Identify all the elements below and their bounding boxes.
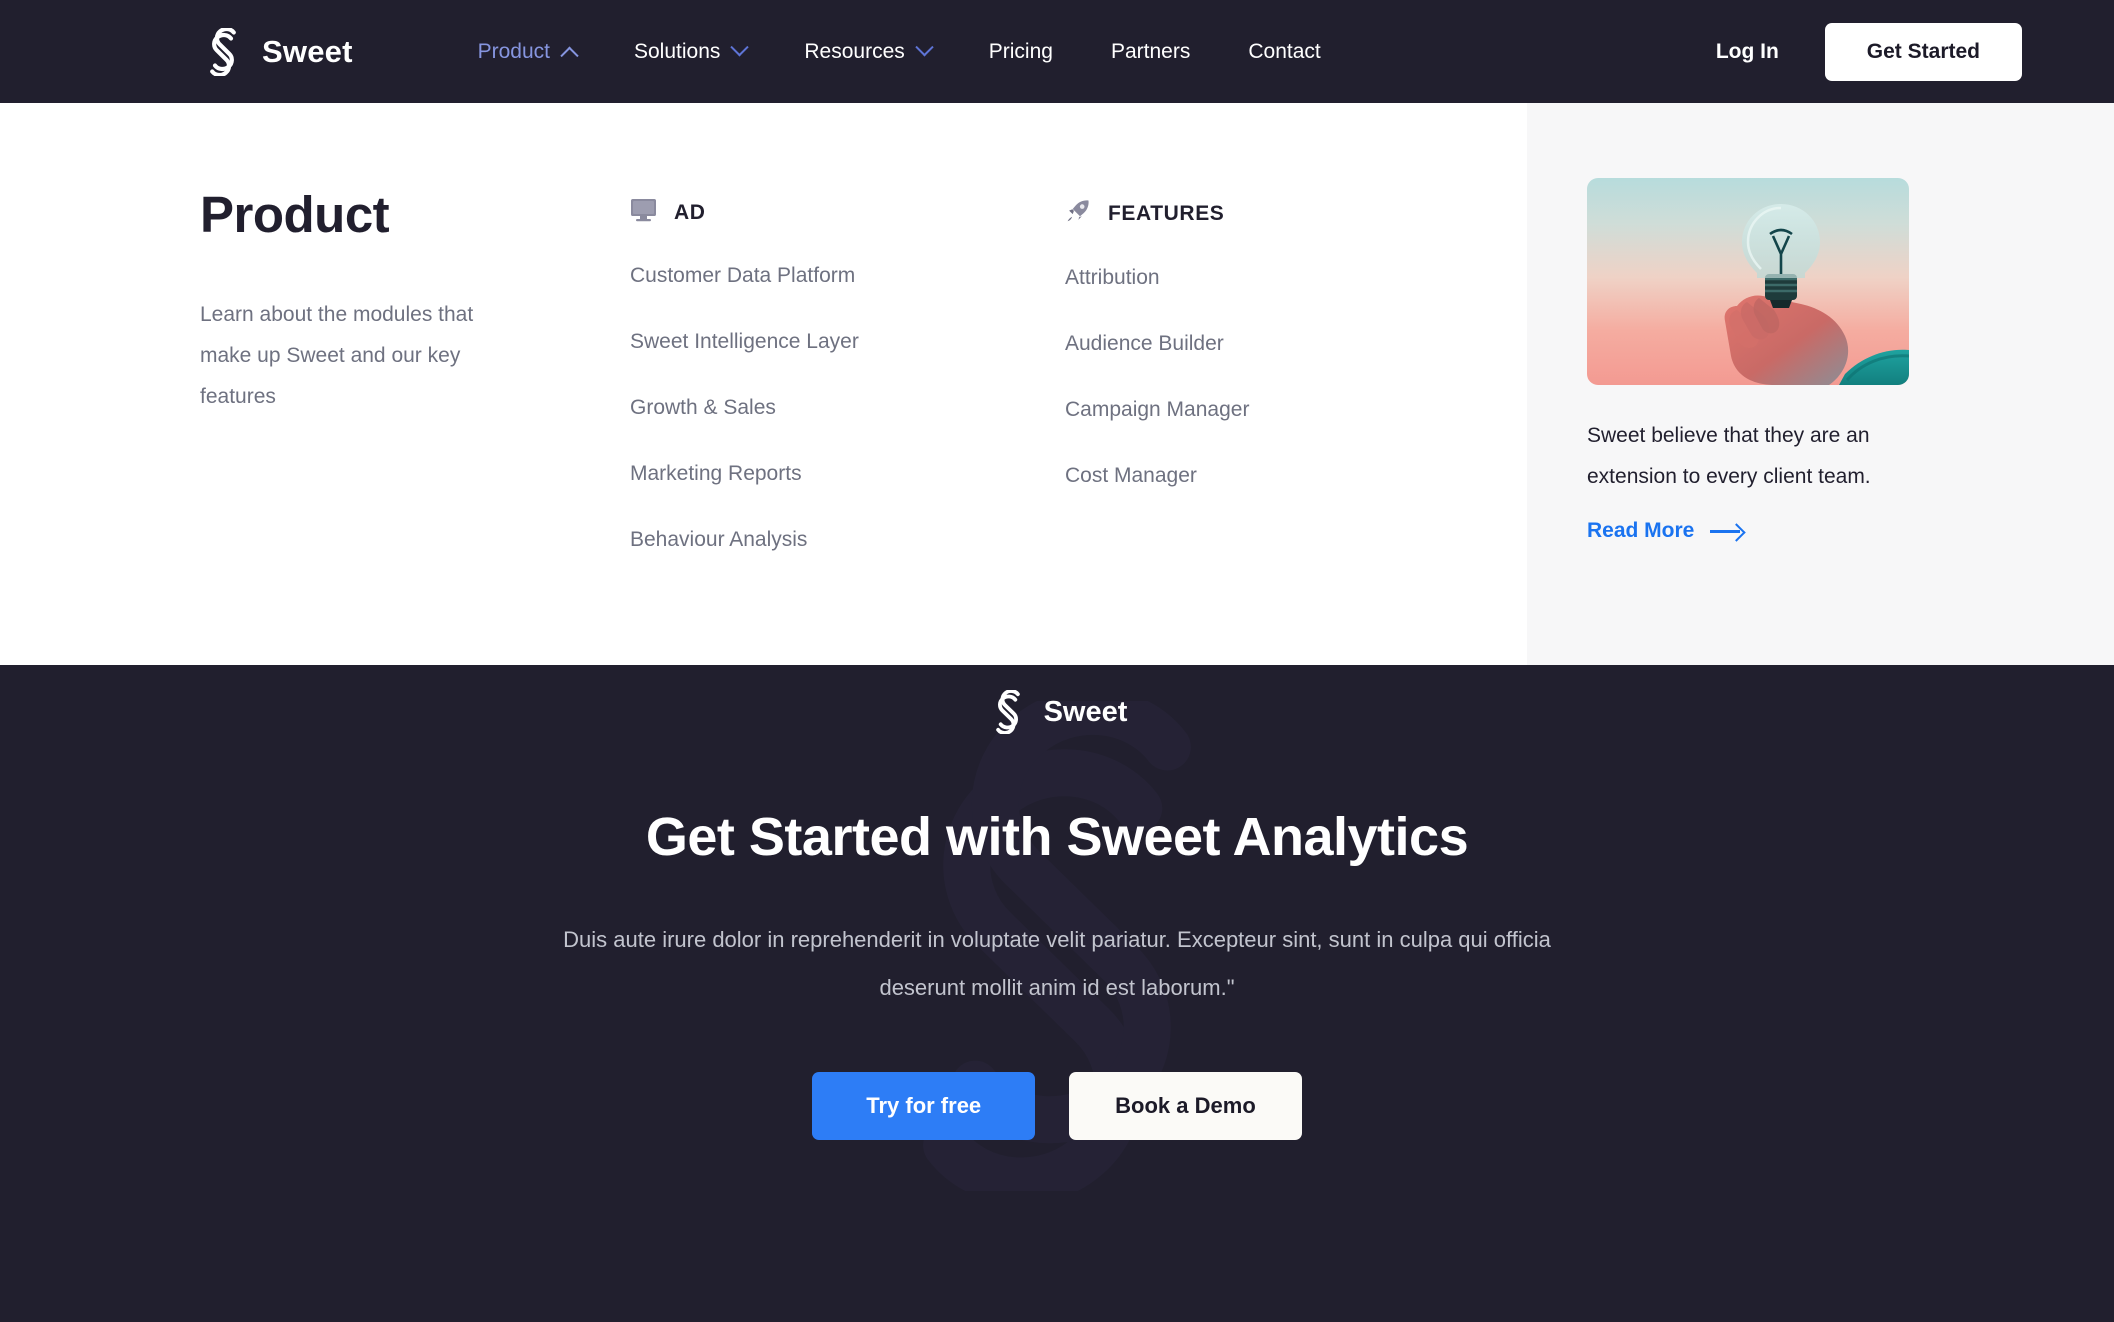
nav-item-pricing-label: Pricing (988, 39, 1053, 63)
get-started-button[interactable]: Get Started (1824, 22, 2022, 81)
cta-brand-logo: Sweet (987, 690, 1128, 734)
cta-button-group: Try for free Book a Demo (0, 1072, 2114, 1140)
sweet-s-logo-icon (987, 690, 1029, 734)
chevron-down-icon (730, 38, 750, 57)
mega-menu-promo-panel: Sweet believe that they are an extension… (1527, 103, 2114, 665)
mega-menu-left-area: Product Learn about the modules that mak… (0, 103, 1527, 665)
mega-link-growth-and-sales[interactable]: Growth & Sales (630, 396, 1065, 420)
page-title: Product (200, 186, 390, 243)
chevron-up-icon (560, 46, 579, 65)
cta-brand-name-text: Sweet (1043, 695, 1128, 728)
mega-menu-description: Learn about the modules that make up Swe… (200, 303, 474, 408)
nav-item-resources[interactable]: Resources (775, 38, 959, 64)
mega-link-campaign-manager[interactable]: Campaign Manager (1065, 398, 1500, 422)
promo-description: Sweet believe that they are an extension… (1587, 424, 1871, 488)
nav-item-partners[interactable]: Partners (1082, 40, 1219, 64)
nav-item-resources-label: Resources (804, 39, 905, 63)
cta-content: Sweet Get Started with Sweet Analytics D… (0, 665, 2114, 1140)
arrow-right-icon (1710, 523, 1744, 539)
hand-holding-lightbulb-image (1587, 178, 1909, 385)
nav-item-pricing[interactable]: Pricing (960, 40, 1082, 64)
nav-actions: Log In Get Started (1716, 22, 2022, 81)
mega-link-cost-manager[interactable]: Cost Manager (1065, 464, 1500, 488)
nav-item-contact-label: Contact (1248, 39, 1321, 63)
log-in-link[interactable]: Log In (1716, 40, 1779, 64)
brand-logo-link[interactable]: Sweet (200, 27, 353, 76)
top-navigation-bar: Sweet Product Solutions Resources Pricin… (0, 0, 2114, 103)
rocket-icon (1065, 198, 1091, 229)
cta-paragraph: Duis aute irure dolor in reprehenderit i… (563, 927, 1551, 1000)
get-started-cta-section: Sweet Get Started with Sweet Analytics D… (0, 665, 2114, 1322)
mega-menu-intro: Product Learn about the modules that mak… (200, 185, 630, 665)
mega-link-marketing-reports[interactable]: Marketing Reports (630, 462, 1065, 486)
product-dropdown-panel: Product Learn about the modules that mak… (0, 103, 2114, 665)
column-heading-ad-label: AD (674, 200, 706, 224)
nav-item-partners-label: Partners (1110, 39, 1191, 63)
mega-menu-column-ad: AD Customer Data Platform Sweet Intellig… (630, 185, 1065, 665)
book-a-demo-button[interactable]: Book a Demo (1069, 1072, 1302, 1140)
nav-item-contact[interactable]: Contact (1219, 40, 1349, 64)
read-more-link[interactable]: Read More (1587, 519, 2114, 543)
brand-name-text: Sweet (262, 33, 353, 69)
mega-link-customer-data-platform[interactable]: Customer Data Platform (630, 264, 1065, 288)
primary-nav-links: Product Solutions Resources Pricing Part… (449, 38, 1350, 65)
nav-item-solutions-label: Solutions (633, 39, 721, 63)
nav-item-product-label: Product (477, 39, 550, 63)
monitor-icon (630, 198, 657, 227)
mega-link-behaviour-analysis[interactable]: Behaviour Analysis (630, 528, 1065, 552)
nav-item-solutions[interactable]: Solutions (605, 38, 775, 64)
mega-link-audience-builder[interactable]: Audience Builder (1065, 332, 1500, 356)
nav-item-product[interactable]: Product (449, 39, 605, 65)
read-more-label: Read More (1587, 519, 1695, 542)
mega-menu-column-features: FEATURES Attribution Audience Builder Ca… (1065, 185, 1500, 665)
column-heading-ad: AD (630, 198, 1065, 227)
sweet-s-logo-icon (200, 27, 246, 76)
column-heading-features-label: FEATURES (1108, 201, 1225, 225)
mega-link-sweet-intelligence-layer[interactable]: Sweet Intelligence Layer (630, 330, 1065, 354)
try-for-free-button[interactable]: Try for free (812, 1072, 1036, 1140)
mega-link-attribution[interactable]: Attribution (1065, 266, 1500, 290)
cta-heading: Get Started with Sweet Analytics (645, 807, 1469, 867)
chevron-down-icon (915, 38, 934, 57)
column-heading-features: FEATURES (1065, 198, 1500, 229)
